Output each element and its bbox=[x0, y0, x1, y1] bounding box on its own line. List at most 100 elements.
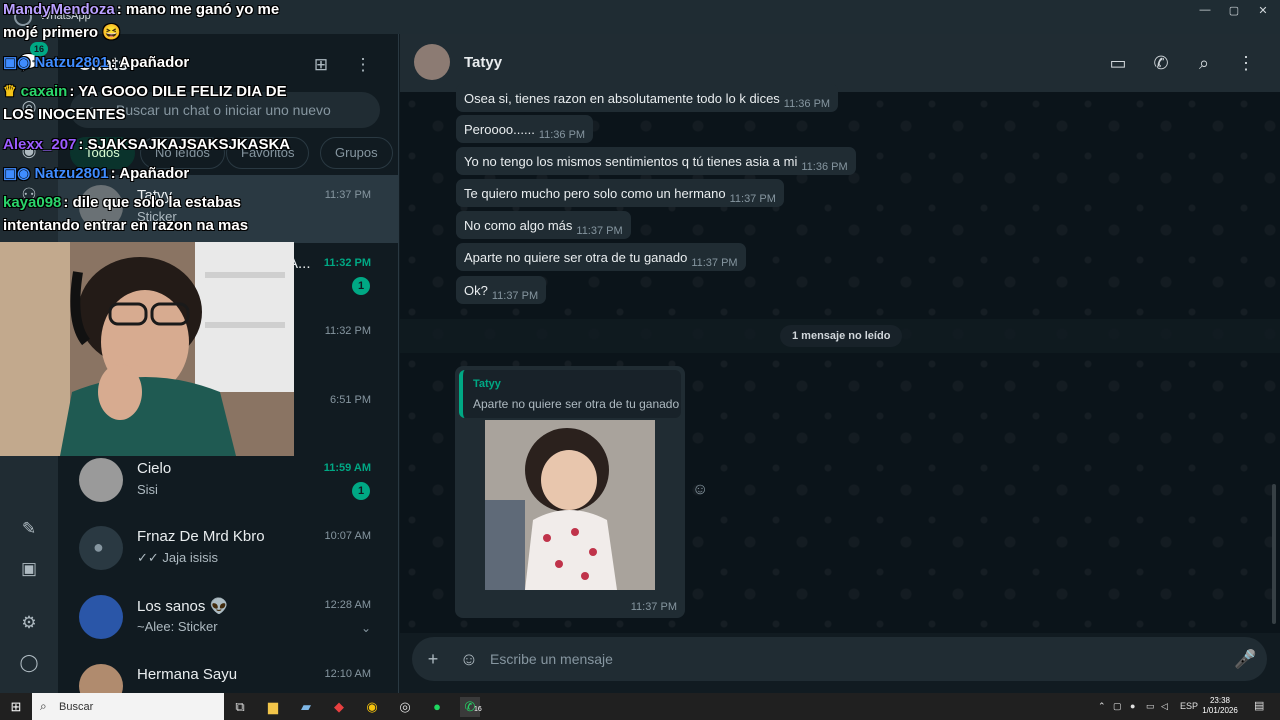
search-icon[interactable]: ⌕ bbox=[1192, 51, 1216, 75]
file-explorer-icon[interactable]: ▆ bbox=[263, 697, 283, 717]
chat-time: 12:10 AM bbox=[324, 668, 371, 680]
network-icon[interactable]: ▭ bbox=[1146, 701, 1155, 712]
tray-expand-icon[interactable]: ⌃ bbox=[1098, 701, 1106, 712]
chat-preview: ~Alee: Sticker bbox=[137, 619, 218, 634]
sticker-message[interactable]: Tatyy Aparte no quiere ser otra de tu ga… bbox=[455, 366, 685, 618]
composer-bar: + ☺ 🎤 bbox=[400, 633, 1280, 693]
chrome-icon[interactable]: ◉ bbox=[362, 697, 382, 717]
chat-name: Los sanos 👽 bbox=[137, 598, 229, 615]
webcam-overlay bbox=[0, 242, 294, 456]
chat-time: 10:07 AM bbox=[324, 530, 371, 542]
stream-chat-message: ▣◉ Natzu2801: Apañador bbox=[3, 162, 303, 185]
conversation-panel: Tatyy ▭ ✆ ⌕ ⋮ Osea si, tienes razon en a… bbox=[400, 34, 1280, 693]
conversation-scrollbar[interactable] bbox=[1272, 484, 1276, 624]
settings-icon[interactable]: ⚙ bbox=[18, 612, 40, 634]
chat-time: 6:51 PM bbox=[330, 394, 371, 406]
volume-icon[interactable]: ◁ bbox=[1161, 701, 1168, 712]
message-bubble[interactable]: Ok? 11:37 PM bbox=[456, 276, 547, 304]
chat-item-hermana-sayu[interactable]: Hermana Sayu 12:10 AM bbox=[58, 654, 399, 693]
unread-count-label: 1 mensaje no leído bbox=[780, 325, 903, 347]
whatsapp-window: WhatsApp — ▢ ✕ 💬 16 ◎ ◉ ⚇ ✎ ▣ ⚙ ◯ Chats … bbox=[0, 0, 1280, 693]
default-user-icon: ● bbox=[93, 537, 104, 557]
voice-call-icon[interactable]: ✆ bbox=[1149, 51, 1173, 75]
close-button[interactable]: ✕ bbox=[1252, 4, 1274, 18]
maximize-button[interactable]: ▢ bbox=[1223, 4, 1245, 18]
stream-chat-message: ▣◉ Natzu2801: Apañador bbox=[3, 51, 303, 74]
chat-name: Hermana Sayu bbox=[137, 666, 238, 683]
message-time: 11:37 PM bbox=[491, 290, 539, 302]
starred-icon[interactable]: ✎ bbox=[18, 518, 40, 540]
chat-preview: Sisi bbox=[137, 482, 158, 497]
sticker-image[interactable] bbox=[485, 420, 655, 590]
stream-chat-text: : SJAKSAJKAJSAKSJKASKA bbox=[78, 136, 291, 153]
attach-plus-icon[interactable]: + bbox=[422, 648, 444, 670]
chat-time: 11:37 PM bbox=[324, 189, 371, 201]
microphone-icon[interactable]: 🎤 bbox=[1234, 648, 1256, 670]
app-icon[interactable]: ◆ bbox=[329, 697, 349, 717]
emoji-icon[interactable]: ☺ bbox=[458, 648, 480, 670]
message-bubble[interactable]: Peroooo...... 11:36 PM bbox=[456, 115, 594, 143]
task-view-icon[interactable]: ⧉ bbox=[230, 697, 250, 717]
message-bubble[interactable]: Aparte no quiere ser otra de tu ganado 11… bbox=[456, 243, 746, 271]
avatar bbox=[79, 595, 123, 639]
clock-time: 23:38 bbox=[1209, 696, 1231, 705]
message-bubble[interactable]: Osea si, tienes razon en absolutamente t… bbox=[456, 84, 839, 112]
message-time: 11:37 PM bbox=[729, 193, 776, 205]
message-time: 11:37 PM bbox=[691, 257, 738, 269]
obs-icon[interactable]: ◎ bbox=[395, 697, 415, 717]
taskbar-search-label: Buscar bbox=[59, 701, 94, 713]
tray-app-icon[interactable]: ▢ bbox=[1113, 701, 1122, 712]
stream-chat-message: Alexx_207: SJAKSAJKAJSAKSJKASKA bbox=[3, 133, 303, 156]
composer-box: + ☺ 🎤 bbox=[412, 637, 1267, 681]
message-input[interactable] bbox=[490, 637, 1220, 681]
avatar bbox=[79, 458, 123, 502]
new-chat-icon[interactable]: ⊞ bbox=[310, 54, 332, 76]
message-bubble[interactable]: Te quiero mucho pero solo como un herman… bbox=[456, 179, 784, 207]
chat-time: 11:32 PM bbox=[324, 325, 371, 337]
quoted-text: Aparte no quiere ser otra de tu ganado bbox=[473, 397, 680, 411]
microphone-tray-icon[interactable]: ● bbox=[1130, 701, 1135, 711]
stream-chat-user: Alexx_207 bbox=[3, 136, 77, 153]
stream-chat-overlay: MandyMendoza: mano me ganó yo me mojé pr… bbox=[0, 0, 300, 240]
message-text: Yo no tengo los mismos sentimientos q tú… bbox=[464, 154, 798, 169]
media-icon[interactable]: ▣ bbox=[18, 558, 40, 580]
chat-item-cielo[interactable]: Cielo Sisi 11:59 AM 1 bbox=[58, 448, 399, 516]
chat-time: 11:59 AM bbox=[323, 462, 371, 474]
spotify-icon[interactable]: ● bbox=[427, 697, 447, 717]
chat-time: 11:32 PM bbox=[323, 257, 371, 269]
video-call-icon[interactable]: ▭ bbox=[1106, 51, 1130, 75]
windows-start-icon[interactable]: ⊞ bbox=[6, 697, 26, 717]
badge-icon: ▣◉ bbox=[3, 54, 31, 71]
menu-icon[interactable]: ⋮ bbox=[1234, 51, 1258, 75]
contact-name[interactable]: Tatyy bbox=[464, 54, 502, 71]
menu-icon[interactable]: ⋮ bbox=[352, 54, 374, 76]
unread-badge: 1 bbox=[352, 277, 370, 295]
message-bubble[interactable]: Yo no tengo los mismos sentimientos q tú… bbox=[456, 147, 856, 175]
contact-avatar[interactable] bbox=[414, 44, 450, 80]
emoji-reaction-icon[interactable]: ☺ bbox=[692, 481, 710, 499]
minimize-button[interactable]: — bbox=[1194, 4, 1216, 18]
taskbar-search[interactable]: ⌕ Buscar bbox=[32, 693, 224, 720]
quoted-name: Tatyy bbox=[473, 378, 501, 390]
taskbar-clock[interactable]: 23:38 1/01/2026 bbox=[1198, 696, 1242, 716]
notifications-icon[interactable]: ▤ bbox=[1254, 699, 1264, 712]
whatsapp-taskbar-badge: 16 bbox=[474, 706, 482, 713]
chat-time: 12:28 AM bbox=[324, 599, 371, 611]
stream-chat-message: ♛ caxain: YA GOOO DILE FELIZ DIA DE LOS … bbox=[3, 80, 303, 126]
filter-groups[interactable]: Grupos bbox=[320, 137, 393, 169]
message-text: Aparte no quiere ser otra de tu ganado bbox=[464, 250, 688, 265]
quoted-message[interactable]: Tatyy Aparte no quiere ser otra de tu ga… bbox=[459, 370, 681, 418]
webcam-picture bbox=[0, 242, 294, 456]
sticker-picture bbox=[485, 420, 655, 590]
unread-divider: 1 mensaje no leído bbox=[400, 319, 1280, 353]
message-bubble[interactable]: No como algo más 11:37 PM bbox=[456, 211, 631, 239]
language-indicator[interactable]: ESP bbox=[1180, 701, 1198, 711]
stream-chat-message: kaya098: dile que solo la estabas intent… bbox=[3, 191, 303, 237]
chat-name: Frnaz De Mrd Kbro bbox=[137, 528, 265, 545]
chat-item-frnaz[interactable]: ● Frnaz De Mrd Kbro ✓✓ Jaja isisis 10:07… bbox=[58, 516, 399, 584]
notepad-icon[interactable]: ▰ bbox=[296, 697, 316, 717]
message-text: Te quiero mucho pero solo como un herman… bbox=[464, 186, 726, 201]
chevron-down-icon[interactable]: ⌄ bbox=[361, 621, 371, 635]
chat-item-los-sanos[interactable]: Los sanos 👽 ~Alee: Sticker 12:28 AM ⌄ bbox=[58, 585, 399, 653]
profile-icon[interactable]: ◯ bbox=[18, 652, 40, 674]
